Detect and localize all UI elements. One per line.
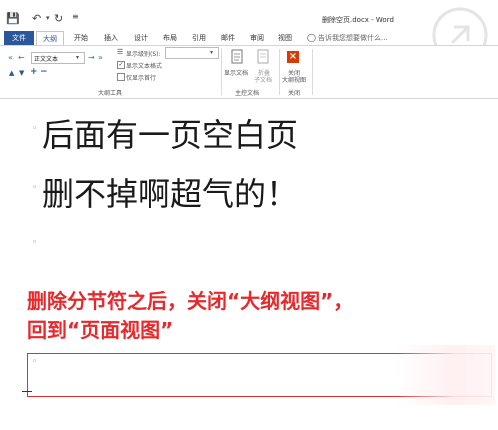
tab-outline[interactable]: 大纲 [36,31,64,46]
outline-level-dropdown[interactable]: 正文文本 ▾ [31,52,85,64]
show-first-line-label: 仅显示首行 [126,75,157,82]
show-first-line-checkbox[interactable] [117,73,125,81]
outline-line-1[interactable]: 后面有一页空白页 [42,110,298,156]
tab-view[interactable]: 视图 [278,33,292,43]
undo-dropdown-icon[interactable]: ▾ [46,14,50,22]
undo-icon[interactable]: ↶ [32,12,41,25]
tab-design[interactable]: 设计 [134,33,148,43]
collapse-icon[interactable]: − [40,67,48,77]
outline-bullet[interactable]: ◦ [32,357,37,367]
show-document-icon[interactable] [230,49,244,65]
redo-icon[interactable]: ↻ [54,12,63,25]
tell-me-search[interactable]: 告诉我您想要做什么... [318,33,388,43]
tab-layout[interactable]: 布局 [163,33,177,43]
promote-icon[interactable]: ← [18,53,25,62]
collapse-subdocuments-icon[interactable] [256,49,270,65]
ribbon-separator [221,49,222,95]
collapse-subdocs-label-2: 子文档 [254,77,273,84]
tab-file[interactable]: 文件 [4,31,34,45]
demote-to-body-icon[interactable]: » [98,53,103,62]
tab-review[interactable]: 审阅 [250,33,264,43]
decorative-pink-overlay [395,345,495,405]
chevron-down-icon: ▾ [210,49,214,56]
promote-to-heading-icon[interactable]: « [8,53,13,62]
annotation-line-1: 删除分节符之后，关闭“大纲视图”， [27,289,354,313]
group-outline-tools-label: 大纲工具 [98,90,123,97]
ribbon-separator [279,49,280,95]
tab-references[interactable]: 引用 [192,33,206,43]
outline-bullet[interactable]: ◦ [32,124,37,134]
save-icon[interactable]: 💾 [6,12,20,25]
document-title: 删除空页.docx - Word [322,16,394,24]
title-bar: 💾 ↶ ▾ ↻ ≡ 删除空页.docx - Word [0,0,498,30]
show-level-icon: ☰ [117,48,124,56]
tab-insert[interactable]: 插入 [104,33,118,43]
tab-mailings[interactable]: 邮件 [221,33,235,43]
show-text-format-checkbox[interactable]: ✓ [117,61,125,69]
demote-icon[interactable]: → [88,53,95,62]
group-close-label: 关闭 [288,90,301,97]
outline-bullet[interactable]: ◦ [32,183,37,193]
show-level-label: 显示级别(S): [126,51,161,58]
expand-icon[interactable]: + [30,67,38,77]
close-outline-label-2[interactable]: 大纲视图 [282,75,306,84]
annotation-line-2: 回到“页面视图” [27,318,174,342]
tab-home[interactable]: 开始 [74,33,88,43]
lightbulb-icon: ◯ [307,33,316,42]
group-master-doc-label: 主控文档 [235,90,260,97]
close-outline-view-icon[interactable]: × [287,51,299,63]
show-text-format-label: 显示文本格式 [126,63,163,70]
outline-bullet[interactable]: ◦ [32,238,37,248]
chevron-down-icon: ▾ [76,54,80,61]
outline-line-2[interactable]: 删不掉啊超气的！ [42,169,298,215]
move-up-icon[interactable]: ▲ [9,69,14,77]
ribbon-separator [312,49,313,95]
customize-toolbar-icon[interactable]: ≡ [72,12,79,21]
text-cursor [22,391,32,392]
show-level-dropdown[interactable]: ▾ [165,47,219,59]
move-down-icon[interactable]: ▼ [19,69,24,77]
show-document-label[interactable]: 显示文档 [224,68,248,77]
outline-level-value: 正文文本 [34,56,59,63]
